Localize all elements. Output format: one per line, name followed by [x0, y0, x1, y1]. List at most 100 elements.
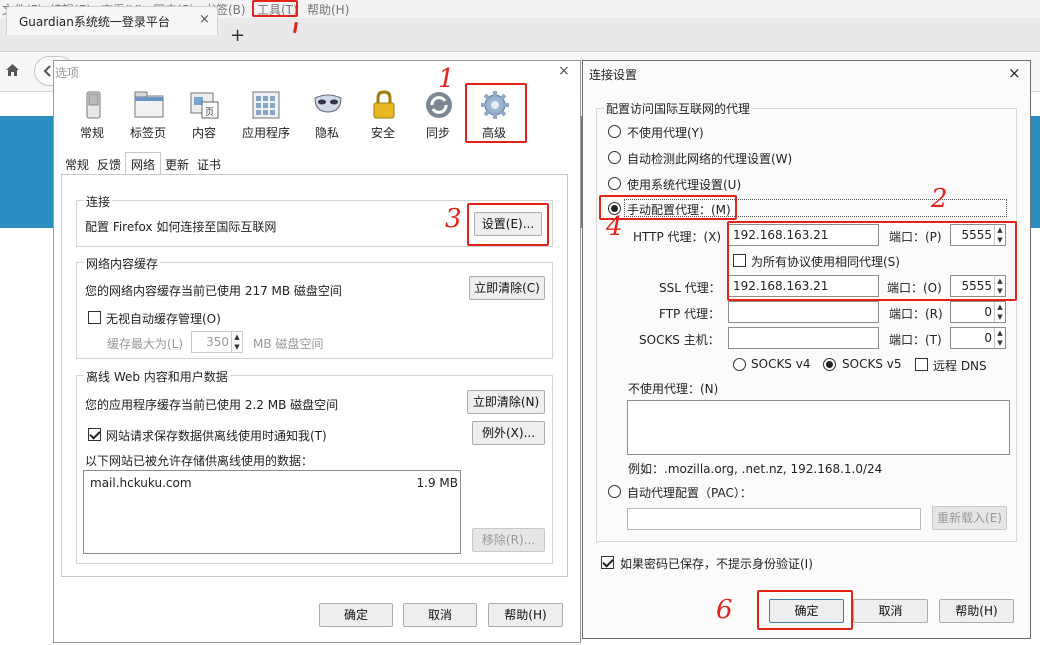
- options-ok-button[interactable]: 确定: [319, 603, 393, 627]
- no-proxy-radio[interactable]: [608, 125, 621, 138]
- category-security[interactable]: 安全: [356, 88, 410, 140]
- category-privacy[interactable]: 隐私: [300, 88, 354, 140]
- ftp-port-label: 端口：(R): [889, 307, 943, 321]
- cache-limit-label: 缓存最大为(L): [107, 337, 184, 351]
- remote-dns-label: 远程 DNS: [933, 359, 987, 373]
- override-cache-checkbox[interactable]: [88, 311, 101, 324]
- annotation-box-tools-menu: [252, 0, 298, 17]
- socks-host-label: SOCKS 主机：: [639, 333, 720, 347]
- close-tab-icon[interactable]: ×: [199, 12, 210, 27]
- category-label: 隐私: [314, 126, 339, 140]
- override-cache-label: 无视自动缓存管理(O): [106, 312, 221, 326]
- sync-icon: [426, 92, 452, 118]
- annotation-number-2: 2: [931, 184, 948, 214]
- subtab-network[interactable]: 网络: [131, 154, 155, 174]
- socks-host-input[interactable]: [728, 327, 879, 349]
- socks-v4-radio[interactable]: [733, 358, 746, 371]
- auto-detect-radio-label: 自动检测此网络的代理设置(W): [627, 152, 793, 166]
- system-proxy-radio-label: 使用系统代理设置(U): [627, 178, 742, 192]
- options-help-button[interactable]: 帮助(H): [488, 603, 563, 627]
- cache-usage-text: 您的网络内容缓存当前已使用 217 MB 磁盘空间: [85, 284, 342, 298]
- switch-icon: [86, 91, 101, 119]
- browser-tab[interactable]: Guardian系统统一登录平台 ×: [6, 6, 218, 35]
- spin-arrows-icon[interactable]: ▲ ▼: [994, 302, 1005, 322]
- no-proxy-radio-label: 不使用代理(Y): [627, 126, 704, 140]
- content-icon: 页: [190, 92, 219, 119]
- ftp-port-value: 0: [984, 305, 992, 319]
- menu-help[interactable]: 帮助(H): [307, 1, 349, 18]
- connection-description: 配置 Firefox 如何连接至国际互联网: [85, 220, 277, 234]
- no-auth-prompt-label: 如果密码已保存，不提示身份验证(I): [620, 557, 813, 571]
- pac-url-input[interactable]: [627, 508, 921, 530]
- subtab-update[interactable]: 更新: [165, 154, 189, 174]
- offline-sites-list[interactable]: mail.hckuku.com 1.9 MB: [83, 470, 461, 554]
- annotation-box-ok: [757, 590, 853, 630]
- notify-offline-checkbox[interactable]: [88, 428, 101, 441]
- site-size: 1.9 MB: [416, 476, 458, 490]
- socks-v4-label: SOCKS v4: [751, 357, 811, 371]
- subtab-feedback[interactable]: 反馈: [97, 154, 121, 174]
- list-item[interactable]: mail.hckuku.com 1.9 MB: [90, 476, 458, 492]
- category-sync[interactable]: 同步: [411, 88, 465, 140]
- category-content[interactable]: 页 内容: [177, 88, 231, 140]
- site-name: mail.hckuku.com: [90, 476, 192, 490]
- category-label: 同步: [425, 126, 450, 140]
- clear-offline-button[interactable]: 立即清除(N): [467, 390, 545, 414]
- annotation-box-advanced: [465, 83, 527, 143]
- svg-text:页: 页: [205, 107, 214, 118]
- connection-help-button[interactable]: 帮助(H): [939, 599, 1014, 623]
- exceptions-button[interactable]: 例外(X)...: [472, 421, 545, 445]
- clear-cache-button[interactable]: 立即清除(C): [469, 276, 545, 300]
- socks-port-spinner[interactable]: 0 ▲ ▼: [950, 327, 1006, 349]
- tabs-icon: [134, 91, 164, 118]
- lock-icon: [373, 90, 395, 119]
- socks-port-label: 端口：(T): [889, 333, 942, 347]
- category-label: 标签页: [129, 126, 166, 140]
- no-proxy-textarea[interactable]: [627, 400, 1010, 455]
- socks-v5-label: SOCKS v5: [842, 357, 902, 371]
- system-proxy-radio[interactable]: [608, 177, 621, 190]
- socks-v5-radio[interactable]: [823, 358, 836, 371]
- auto-detect-radio[interactable]: [608, 151, 621, 164]
- options-cancel-button[interactable]: 取消: [403, 603, 477, 627]
- subtab-certificates[interactable]: 证书: [197, 154, 221, 174]
- offline-list-label: 以下网站已被允许存储供离线使用的数据：: [85, 454, 314, 468]
- category-tabs[interactable]: 标签页: [121, 88, 175, 140]
- annotation-number-6: 6: [716, 595, 733, 625]
- home-icon[interactable]: [5, 63, 20, 77]
- annotation-box-manual-proxy: [599, 195, 737, 220]
- annotation-box-proxy-fields: [727, 221, 1017, 301]
- no-proxy-for-label: 不使用代理：(N): [628, 382, 719, 396]
- ftp-proxy-input[interactable]: [728, 301, 879, 323]
- category-label: 内容: [191, 126, 216, 140]
- options-close-icon[interactable]: ×: [558, 63, 570, 79]
- reload-pac-button[interactable]: 重新载入(E): [932, 506, 1007, 530]
- no-auth-prompt-checkbox[interactable]: [601, 556, 614, 569]
- annotation-number-1: 1: [438, 64, 455, 94]
- pac-radio[interactable]: [608, 485, 621, 498]
- offline-heading: 离线 Web 内容和用户数据: [84, 368, 230, 385]
- pac-radio-label: 自动代理配置（PAC）：: [627, 486, 752, 500]
- applications-icon: [252, 91, 280, 119]
- subtab-general[interactable]: 常规: [65, 154, 89, 174]
- annotation-box-settings: [467, 203, 549, 246]
- cache-limit-unit: MB 磁盘空间: [253, 337, 324, 351]
- remote-dns-checkbox[interactable]: [915, 358, 928, 371]
- category-applications[interactable]: 应用程序: [238, 88, 294, 140]
- category-label: 应用程序: [241, 126, 290, 140]
- cache-limit-spinner: 350 ▲ ▼: [191, 331, 243, 353]
- connection-cancel-button[interactable]: 取消: [853, 599, 928, 623]
- ftp-proxy-label: FTP 代理：: [659, 307, 721, 321]
- annotation-number-3: 3: [445, 204, 462, 234]
- category-label: 常规: [79, 126, 104, 140]
- ftp-port-spinner[interactable]: 0 ▲ ▼: [950, 301, 1006, 323]
- spin-arrows-icon[interactable]: ▲ ▼: [994, 328, 1005, 348]
- connection-dialog-title: 连接设置: [589, 68, 638, 82]
- category-general[interactable]: 常规: [65, 88, 119, 140]
- proxy-group-label: 配置访问国际互联网的代理: [604, 100, 753, 117]
- connection-close-icon[interactable]: ×: [1008, 64, 1021, 82]
- remove-site-button[interactable]: 移除(R)...: [472, 528, 545, 552]
- ssl-proxy-label: SSL 代理：: [659, 281, 721, 295]
- new-tab-button[interactable]: +: [230, 25, 245, 46]
- category-label: 安全: [370, 126, 395, 140]
